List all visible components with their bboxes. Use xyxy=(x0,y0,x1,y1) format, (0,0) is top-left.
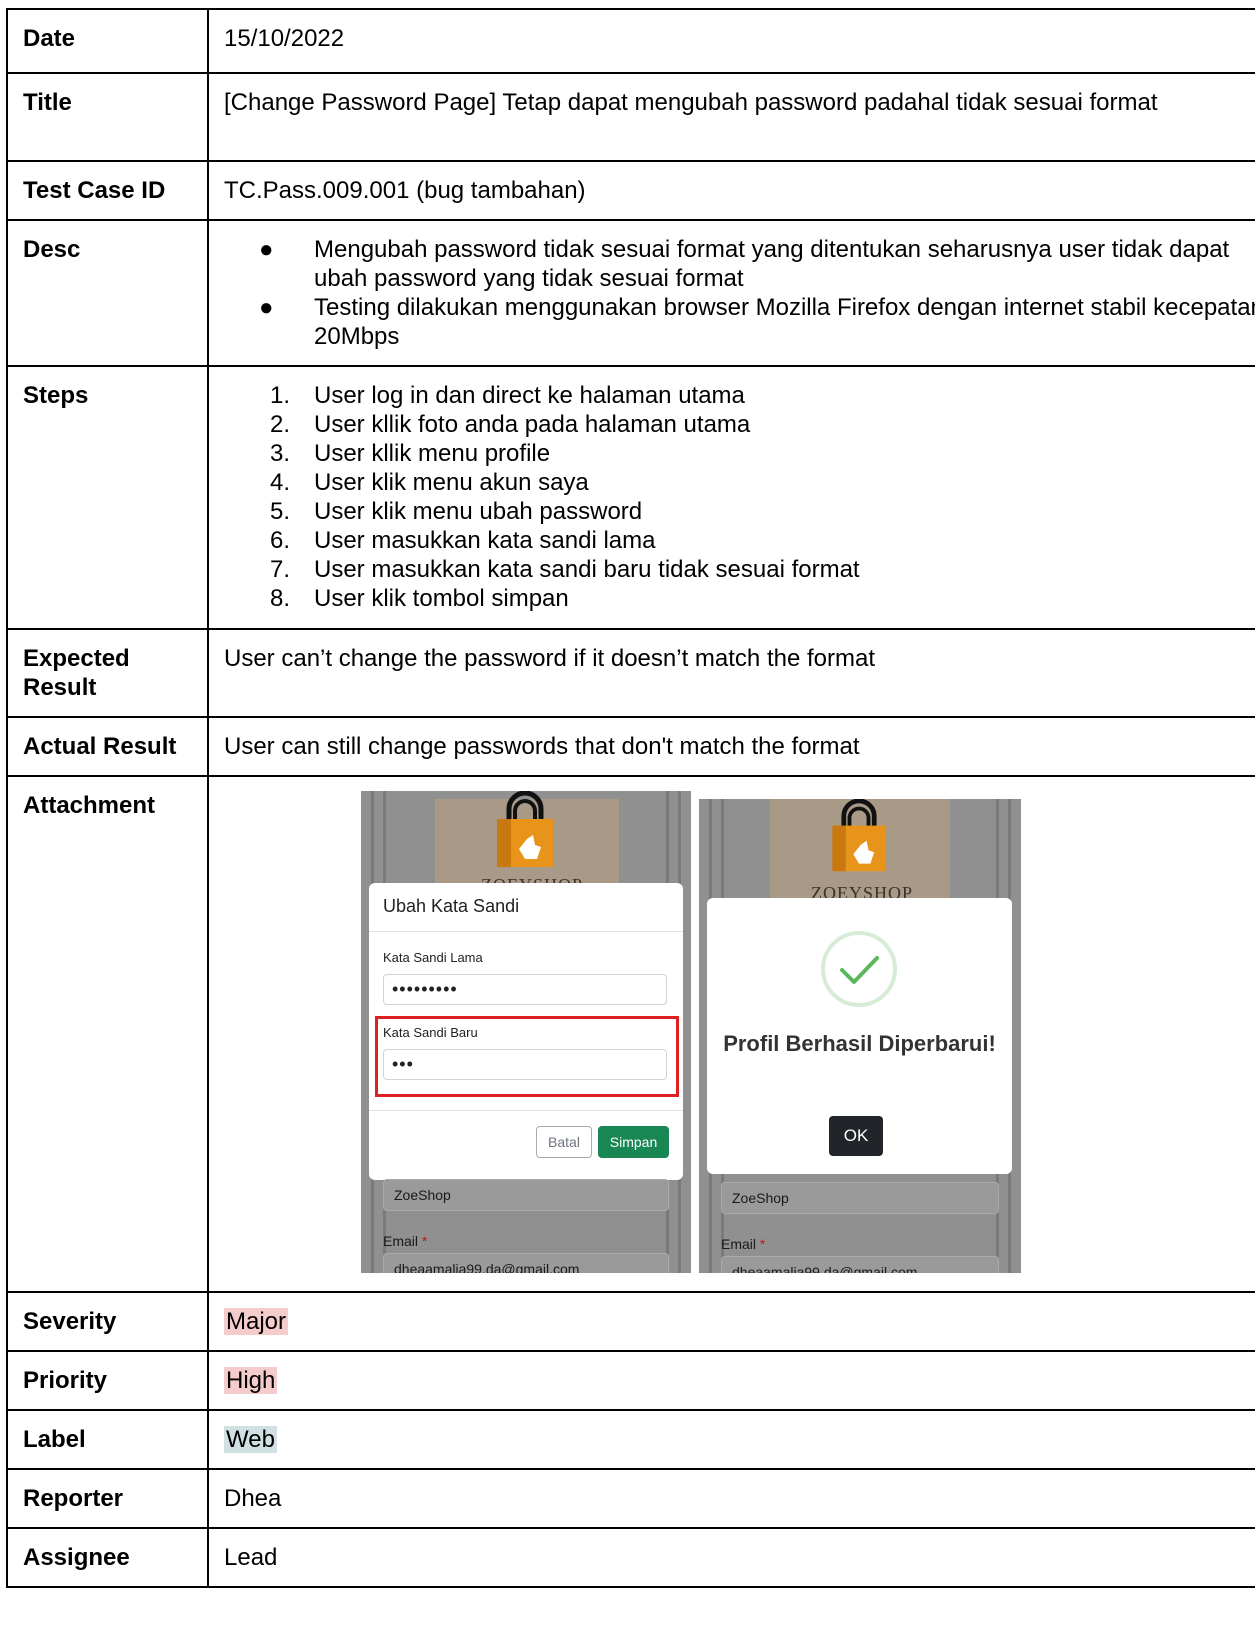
attachment-images: ZOEYSHOP Ubah Kata Sandi Kata Sandi Lama… xyxy=(209,791,1255,1283)
old-password-label: Kata Sandi Lama xyxy=(383,950,483,965)
desc-item: Mengubah password tidak sesuai format ya… xyxy=(224,235,1255,293)
step-number: 6. xyxy=(269,527,290,554)
desc-value: Mengubah password tidak sesuai format ya… xyxy=(207,219,1255,367)
shopping-bag-icon xyxy=(497,791,553,867)
step-number: 7. xyxy=(269,556,290,583)
step-text: User klik tombol simpan xyxy=(314,585,569,612)
priority-label: Priority xyxy=(6,1350,209,1411)
desc-label: Desc xyxy=(6,219,209,367)
test-case-id-label: Test Case ID xyxy=(6,160,209,221)
label-cell: Web xyxy=(207,1409,1255,1470)
divider xyxy=(369,1110,683,1111)
email-field: dheaamalia99.da@gmail.com xyxy=(721,1256,999,1273)
title-label: Title xyxy=(6,72,209,162)
severity-cell: Major xyxy=(207,1291,1255,1352)
step-number: 4. xyxy=(269,469,290,496)
step-item: 3. User kllik menu profile xyxy=(224,439,1255,468)
cancel-button[interactable]: Batal xyxy=(536,1126,592,1158)
email-label: Email * xyxy=(383,1227,427,1256)
test-case-id-value: TC.Pass.009.001 (bug tambahan) xyxy=(207,160,1255,221)
assignee-value: Lead xyxy=(207,1527,1255,1588)
required-mark: * xyxy=(421,1233,428,1249)
success-message: Profil Berhasil Diperbarui! xyxy=(723,1031,996,1056)
assignee-label: Assignee xyxy=(6,1527,209,1588)
save-button[interactable]: Simpan xyxy=(598,1126,669,1158)
step-text: User log in dan direct ke halaman utama xyxy=(314,382,745,409)
screenshot-change-password: ZOEYSHOP Ubah Kata Sandi Kata Sandi Lama… xyxy=(361,791,691,1273)
steps-label: Steps xyxy=(6,365,209,630)
severity-label: Severity xyxy=(6,1291,209,1352)
desc-list: Mengubah password tidak sesuai format ya… xyxy=(224,235,1255,351)
label-value: Web xyxy=(224,1426,277,1453)
reporter-value: Dhea xyxy=(207,1468,1255,1529)
priority-value: High xyxy=(224,1367,278,1394)
step-item: 8. User klik tombol simpan xyxy=(224,584,1255,613)
step-number: 5. xyxy=(269,498,290,525)
attachment-label: Attachment xyxy=(6,775,209,1293)
title-value: [Change Password Page] Tetap dapat mengu… xyxy=(207,72,1255,162)
email-field: dheaamalia99.da@gmail.com xyxy=(383,1253,669,1273)
step-number: 1. xyxy=(269,382,290,409)
step-text: User kllik foto anda pada halaman utama xyxy=(314,411,751,438)
store-name-field: ZoeShop xyxy=(721,1182,999,1214)
actual-result-label: Actual Result xyxy=(6,716,209,777)
actual-result-value: User can still change passwords that don… xyxy=(207,716,1255,777)
steps-value: 1. User log in dan direct ke halaman utam… xyxy=(207,365,1255,630)
step-item: 7. User masukkan kata sandi baru tidak se… xyxy=(224,555,1255,584)
change-password-modal: Ubah Kata Sandi Kata Sandi Lama ••••••••… xyxy=(369,883,683,1180)
label-label: Label xyxy=(6,1409,209,1470)
step-item: 1. User log in dan direct ke halaman utam… xyxy=(224,381,1255,410)
check-circle-icon xyxy=(821,931,897,1007)
attachment-value: ZOEYSHOP Ubah Kata Sandi Kata Sandi Lama… xyxy=(207,775,1255,1293)
step-item: 2. User kllik foto anda pada halaman utam… xyxy=(224,410,1255,439)
expected-result-label: Expected Result xyxy=(6,628,209,718)
email-label-text: Email xyxy=(721,1236,757,1252)
email-label: Email * xyxy=(721,1230,765,1259)
ok-button[interactable]: OK xyxy=(829,1116,883,1156)
desc-item: Testing dilakukan menggunakan browser Mo… xyxy=(224,293,1255,351)
expected-result-value: User can’t change the password if it doe… xyxy=(207,628,1255,718)
required-mark: * xyxy=(759,1236,766,1252)
email-label-text: Email xyxy=(383,1233,419,1249)
bug-report-table: Date 15/10/2022 Title [Change Password P… xyxy=(6,8,1255,1588)
step-number: 8. xyxy=(269,585,290,612)
success-modal: Profil Berhasil Diperbarui! OK xyxy=(707,898,1012,1174)
divider xyxy=(369,931,683,932)
severity-value: Major xyxy=(224,1308,289,1335)
step-number: 2. xyxy=(269,411,290,438)
store-name-field: ZoeShop xyxy=(383,1179,669,1211)
step-text: User masukkan kata sandi lama xyxy=(314,527,656,554)
step-number: 3. xyxy=(269,440,290,467)
step-item: 5. User klik menu ubah password xyxy=(224,497,1255,526)
screenshot-success: ZOEYSHOP Profil Berhasil Diperbarui! OK … xyxy=(699,799,1021,1273)
step-text: User kllik menu profile xyxy=(314,440,551,467)
step-item: 4. User klik menu akun saya xyxy=(224,468,1255,497)
shopping-bag-icon xyxy=(832,799,886,872)
step-text: User klik menu ubah password xyxy=(314,498,643,525)
date-value: 15/10/2022 xyxy=(207,8,1255,74)
annotation-highlight xyxy=(375,1016,679,1097)
reporter-label: Reporter xyxy=(6,1468,209,1529)
priority-cell: High xyxy=(207,1350,1255,1411)
step-item: 6. User masukkan kata sandi lama xyxy=(224,526,1255,555)
step-text: User masukkan kata sandi baru tidak sesu… xyxy=(314,556,860,583)
steps-list: 1. User log in dan direct ke halaman utam… xyxy=(224,381,1255,613)
date-label: Date xyxy=(6,8,209,74)
modal-title: Ubah Kata Sandi xyxy=(383,896,520,916)
old-password-field[interactable]: ••••••••• xyxy=(383,974,667,1005)
step-text: User klik menu akun saya xyxy=(314,469,589,496)
